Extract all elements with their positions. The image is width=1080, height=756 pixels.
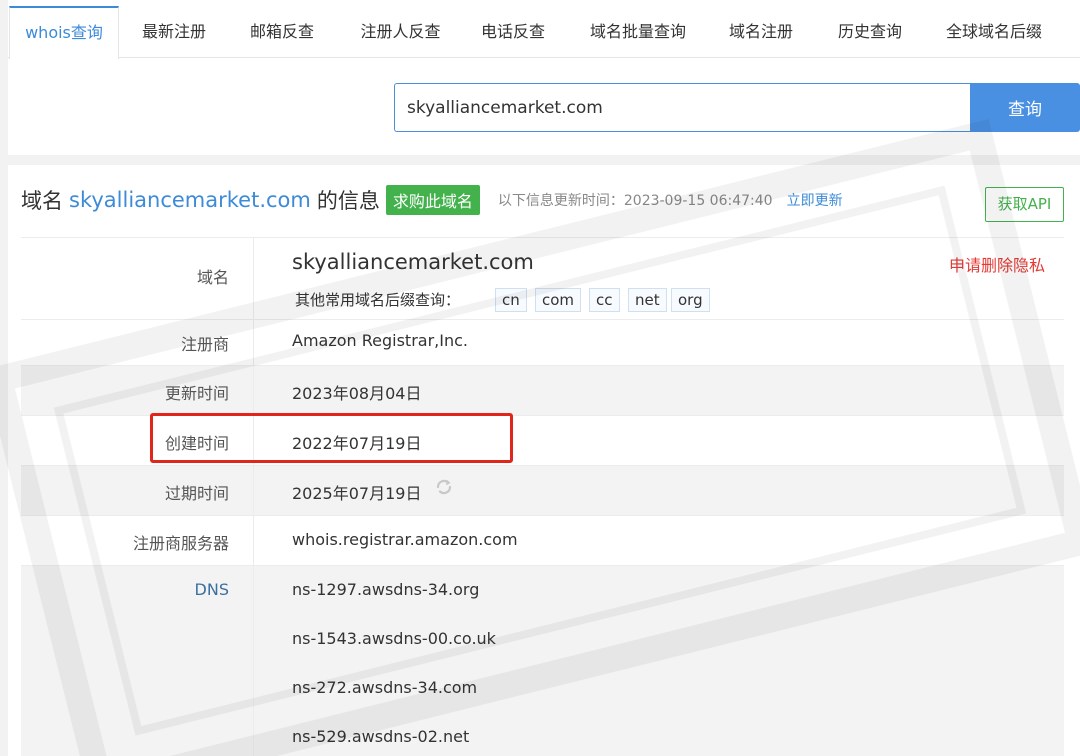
search-button[interactable]: 查询 — [970, 83, 1080, 132]
tab-whois[interactable]: whois查询 — [9, 6, 119, 59]
tab-history[interactable]: 历史查询 — [820, 6, 920, 58]
domain-label: 域名 — [21, 238, 254, 319]
header-suffix: 的信息 — [316, 189, 380, 213]
registrar-value: Amazon Registrar,Inc. — [292, 331, 468, 350]
whois-server-value: whois.registrar.amazon.com — [292, 530, 518, 549]
buy-domain-button[interactable]: 求购此域名 — [385, 185, 480, 215]
get-api-button[interactable]: 获取API — [985, 187, 1064, 222]
suffix-cc[interactable]: cc — [589, 288, 620, 312]
request-privacy-removal-link[interactable]: 申请删除隐私 — [949, 252, 1045, 276]
header-prefix: 域名 — [21, 189, 63, 213]
created-date-highlight-box — [150, 413, 513, 463]
whois-table: 域名 skyalliancemarket.com 申请删除隐私 其他常用域名后缀… — [21, 237, 1064, 756]
suffix-cn[interactable]: cn — [495, 288, 527, 312]
dns-server: ns-1543.awsdns-00.co.uk — [292, 629, 496, 648]
tab-email-reverse[interactable]: 邮箱反查 — [232, 6, 332, 58]
updated-label: 更新时间 — [21, 366, 254, 415]
header-domain-link[interactable]: skyalliancemarket.com — [69, 188, 311, 212]
row-updated: 更新时间 2023年08月04日 — [21, 366, 1064, 416]
row-domain: 域名 skyalliancemarket.com 申请删除隐私 其他常用域名后缀… — [21, 238, 1064, 320]
dns-server: ns-272.awsdns-34.com — [292, 678, 478, 697]
row-dns: DNS ns-1297.awsdns-34.org ns-1543.awsdns… — [21, 566, 1064, 756]
tab-phone-reverse[interactable]: 电话反查 — [463, 6, 563, 58]
domain-search-input[interactable] — [394, 83, 972, 132]
tab-bar: whois查询 最新注册 邮箱反查 注册人反查 电话反查 域名批量查询 域名注册… — [8, 6, 1080, 59]
tab-registrant-reverse[interactable]: 注册人反查 — [343, 6, 458, 58]
suffix-net[interactable]: net — [628, 288, 667, 312]
suffix-org[interactable]: org — [671, 288, 710, 312]
row-expires: 过期时间 2025年07月19日 — [21, 466, 1064, 516]
registrar-label: 注册商 — [21, 320, 254, 365]
info-header: 域名 skyalliancemarket.com 的信息 求购此域名 以下信息更… — [21, 185, 843, 215]
whois-server-label: 注册商服务器 — [21, 516, 254, 565]
tab-domain-registration[interactable]: 域名注册 — [711, 6, 811, 58]
tab-latest-registrations[interactable]: 最新注册 — [124, 6, 224, 58]
dns-label: DNS — [21, 566, 254, 756]
dns-server: ns-1297.awsdns-34.org — [292, 580, 480, 599]
refresh-icon[interactable] — [434, 477, 454, 497]
suffix-query-label: 其他常用域名后缀查询： — [295, 291, 461, 309]
tab-global-suffixes[interactable]: 全球域名后缀 — [934, 6, 1054, 58]
dns-server: ns-529.awsdns-02.net — [292, 727, 470, 746]
update-time-label: 以下信息更新时间：2023-09-15 06:47:40 — [497, 193, 773, 209]
tab-batch-query[interactable]: 域名批量查询 — [578, 6, 698, 58]
domain-value: skyalliancemarket.com — [292, 250, 534, 274]
row-registrar: 注册商 Amazon Registrar,Inc. — [21, 320, 1064, 366]
search-panel: whois查询 最新注册 邮箱反查 注册人反查 电话反查 域名批量查询 域名注册… — [8, 0, 1080, 155]
suffix-com[interactable]: com — [535, 288, 582, 312]
expires-value: 2025年07月19日 — [292, 484, 422, 503]
updated-value: 2023年08月04日 — [292, 384, 422, 403]
update-now-link[interactable]: 立即更新 — [787, 190, 843, 210]
row-whois-server: 注册商服务器 whois.registrar.amazon.com — [21, 516, 1064, 566]
expires-label: 过期时间 — [21, 466, 254, 515]
